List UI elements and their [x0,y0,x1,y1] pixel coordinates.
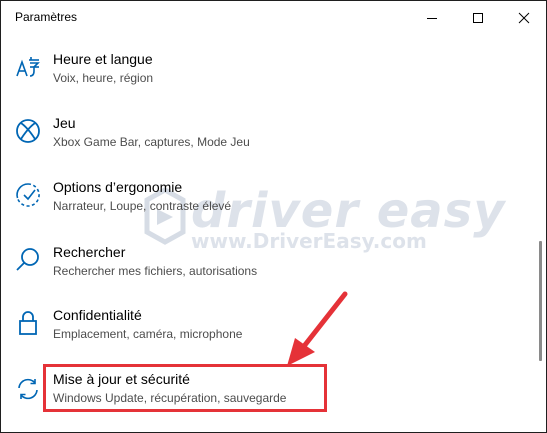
settings-item-description: Narrateur, Loupe, contraste élevé [53,199,232,213]
scrollbar-thumb[interactable] [539,241,542,361]
settings-item-label: Confidentialité [53,307,142,323]
maximize-button[interactable] [455,1,501,35]
title-bar: Paramètres [1,1,546,35]
settings-item-time-language[interactable]: Heure et langue Voix, heure, région [1,50,537,110]
settings-item-ease-of-access[interactable]: Options d’ergonomie Narrateur, Loupe, co… [1,178,537,238]
settings-item-privacy[interactable]: Confidentialité Emplacement, caméra, mic… [1,306,537,366]
minimize-icon [427,18,437,19]
settings-item-description: Emplacement, caméra, microphone [53,327,243,341]
settings-item-search[interactable]: Rechercher Rechercher mes fichiers, auto… [1,243,537,303]
minimize-button[interactable] [409,1,455,35]
maximize-icon [473,13,483,23]
settings-item-label: Rechercher [53,244,126,260]
settings-item-label: Heure et langue [53,51,153,67]
settings-item-description: Xbox Game Bar, captures, Mode Jeu [53,135,250,149]
settings-window: Paramètres driver easy www.DriverEasy.co… [0,0,547,433]
close-icon [518,12,530,24]
settings-item-label: Jeu [53,115,76,131]
xbox-icon [15,118,41,144]
scrollbar[interactable] [539,35,542,430]
lock-icon [15,310,41,336]
update-sync-icon [15,376,41,402]
language-icon [15,54,41,80]
red-arrow-icon [287,291,348,366]
window-title: Paramètres [15,10,78,24]
settings-item-label: Options d’ergonomie [53,179,183,195]
settings-item-description: Voix, heure, région [53,71,154,85]
settings-item-gaming[interactable]: Jeu Xbox Game Bar, captures, Mode Jeu [1,114,537,174]
search-icon [15,247,41,273]
ease-of-access-icon [15,182,41,208]
settings-item-description: Rechercher mes fichiers, autorisations [53,264,258,278]
close-button[interactable] [501,1,546,35]
